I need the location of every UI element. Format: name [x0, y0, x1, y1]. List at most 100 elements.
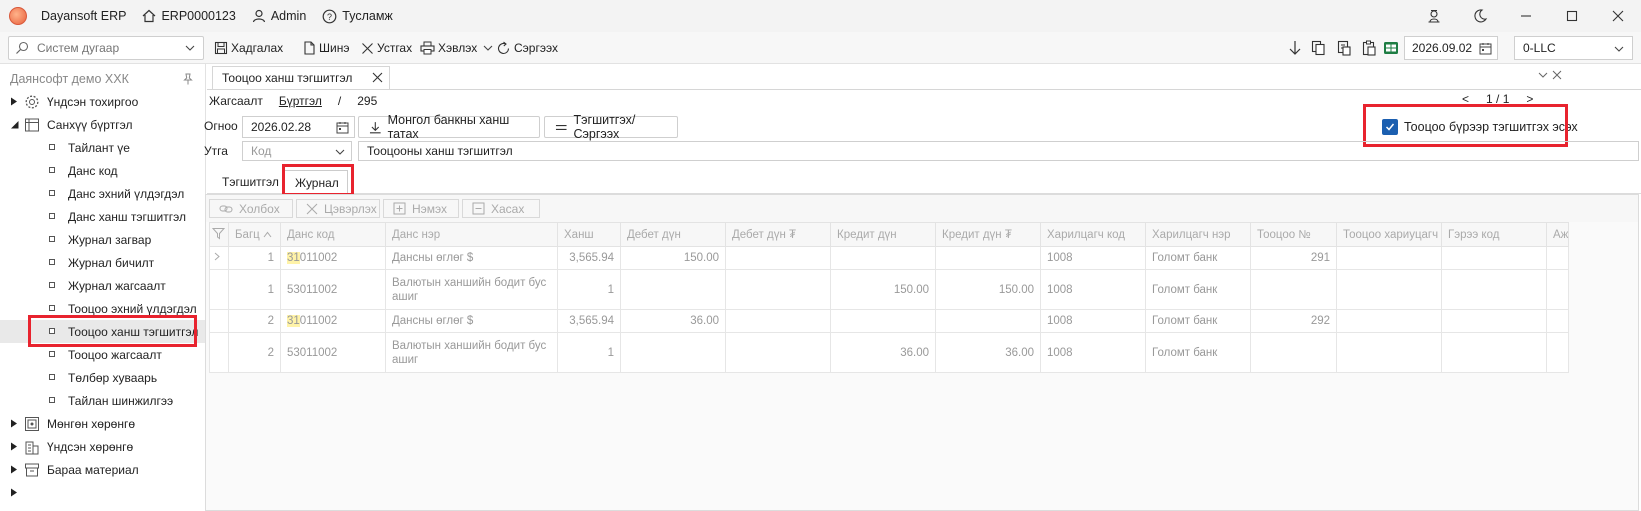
cell-credit-mnt[interactable]: [935, 246, 1041, 270]
cell-credit[interactable]: [830, 309, 936, 333]
add-row-button[interactable]: Нэмэх: [383, 199, 459, 218]
breadcrumb-register-link[interactable]: Бүртгэл: [279, 94, 322, 108]
calendar-icon[interactable]: [336, 121, 349, 134]
pager-next-button[interactable]: >: [1526, 92, 1533, 106]
column-header[interactable]: Дебет дүн: [620, 222, 726, 247]
column-header[interactable]: Тооцоо хариуцагч: [1336, 222, 1442, 247]
per-settlement-checkbox[interactable]: Тооцоо бүрээр тэгшитгэх эсэх: [1382, 115, 1578, 139]
minimize-icon[interactable]: [1503, 0, 1549, 32]
cell-debit-mnt[interactable]: [725, 309, 831, 333]
download-icon[interactable]: [1286, 39, 1304, 57]
pager-prev-button[interactable]: <: [1462, 92, 1469, 106]
expand-arrow-icon[interactable]: [9, 488, 19, 498]
cell-rate[interactable]: 3,565.94: [557, 309, 621, 333]
fetch-mongolbank-rate-button[interactable]: Монгол банкны ханш татах: [358, 113, 540, 141]
code-select[interactable]: Код: [242, 141, 352, 161]
row-expand-icon[interactable]: [209, 246, 229, 270]
cell-settlement-owner[interactable]: [1336, 246, 1442, 270]
column-header[interactable]: Багц: [228, 222, 281, 247]
cell-batch[interactable]: 1: [228, 246, 281, 270]
cell-debit[interactable]: 36.00: [620, 309, 726, 333]
cell-rate[interactable]: 3,565.94: [557, 246, 621, 270]
tab-settlement-fx-revaluation[interactable]: Тооцоо ханш тэгшитгэл: [212, 66, 390, 89]
system-number-input[interactable]: [37, 41, 177, 55]
cell-contract-code[interactable]: [1441, 269, 1547, 310]
cell-batch[interactable]: 1: [228, 269, 281, 310]
cell-credit-mnt[interactable]: 36.00: [935, 332, 1041, 373]
column-header[interactable]: Данс код: [280, 222, 386, 247]
cell-debit[interactable]: [620, 269, 726, 310]
cell-settlement-no[interactable]: [1250, 332, 1337, 373]
sidebar-item-account-code[interactable]: Данс код: [0, 159, 206, 182]
sidebar-item-settlement-fx-revaluation[interactable]: Тооцоо ханш тэгшитгэл: [0, 320, 206, 343]
sidebar-group-fixed-assets[interactable]: Үндсэн хөрөнгө: [0, 435, 206, 458]
profile-icon[interactable]: [1411, 0, 1457, 32]
dark-mode-icon[interactable]: [1457, 0, 1503, 32]
column-header[interactable]: Харилцагч код: [1040, 222, 1146, 247]
cell-partner-name[interactable]: Голомт банк: [1145, 309, 1251, 333]
cell-contract-code[interactable]: [1441, 246, 1547, 270]
user-button[interactable]: Admin: [252, 9, 306, 23]
sidebar-item-payment-schedule[interactable]: Төлбөр хуваарь: [0, 366, 206, 389]
column-header[interactable]: Кредит дүн: [830, 222, 936, 247]
system-number-search[interactable]: [8, 36, 204, 60]
cell-settlement-no[interactable]: 291: [1250, 246, 1337, 270]
rebalance-restore-button[interactable]: Тэгшитгэх/Сэргээх: [544, 113, 678, 141]
cell-contract-code[interactable]: [1441, 332, 1547, 373]
cell-extra[interactable]: [1545, 332, 1570, 373]
document-date-field[interactable]: 2026.02.28: [242, 116, 355, 138]
cell-batch[interactable]: 2: [228, 309, 281, 333]
refresh-button[interactable]: Сэргээх: [496, 39, 558, 57]
pin-icon[interactable]: [182, 73, 194, 85]
cell-debit[interactable]: 150.00: [620, 246, 726, 270]
cell-batch[interactable]: 2: [228, 332, 281, 373]
copy-icon[interactable]: [1309, 39, 1327, 57]
cell-credit-mnt[interactable]: 150.00: [935, 269, 1041, 310]
cell-account-code[interactable]: 53011002: [280, 332, 386, 373]
cell-rate[interactable]: 1: [557, 269, 621, 310]
clear-button[interactable]: Цэвэрлэх: [296, 199, 380, 218]
working-date-field[interactable]: 2026.09.02: [1404, 36, 1498, 60]
cell-account-code[interactable]: 31011002: [280, 246, 386, 270]
sidebar-item-settlement-opening-balance[interactable]: Тооцоо эхний үлдэгдэл: [0, 297, 206, 320]
remove-row-button[interactable]: Хасах: [462, 199, 540, 218]
table-row[interactable]: 2 53011002 Валютын ханшийн бодит бус аши…: [209, 332, 1570, 373]
cell-extra[interactable]: [1545, 246, 1570, 270]
cell-rate[interactable]: 1: [557, 332, 621, 373]
cell-account-name[interactable]: Дансны өглөг $: [385, 246, 558, 270]
cell-account-code[interactable]: 31011002: [280, 309, 386, 333]
tab-rebalance[interactable]: Тэгшитгэл: [212, 170, 289, 194]
tabs-dropdown-icon[interactable]: [1538, 70, 1548, 80]
cell-credit[interactable]: 36.00: [830, 332, 936, 373]
paste-icon[interactable]: [1360, 39, 1378, 57]
calendar-icon[interactable]: [1479, 42, 1492, 55]
sidebar-item-report-analysis[interactable]: Тайлан шинжилгээ: [0, 389, 206, 412]
cell-settlement-owner[interactable]: [1336, 309, 1442, 333]
cell-debit-mnt[interactable]: [725, 269, 831, 310]
sidebar-item-journal-list[interactable]: Журнал жагсаалт: [0, 274, 206, 297]
link-button[interactable]: Холбох: [209, 199, 293, 218]
cell-partner-name[interactable]: Голомт банк: [1145, 332, 1251, 373]
sidebar-group-more[interactable]: [0, 481, 206, 504]
instance-button[interactable]: ERP0000123: [142, 9, 236, 23]
help-button[interactable]: ? Тусламж: [322, 9, 393, 24]
sidebar-group-inventory[interactable]: Бараа материал: [0, 458, 206, 481]
cell-debit[interactable]: [620, 332, 726, 373]
cell-debit-mnt[interactable]: [725, 332, 831, 373]
cell-account-name[interactable]: Дансны өглөг $: [385, 309, 558, 333]
expand-arrow-icon[interactable]: [9, 97, 19, 107]
new-button[interactable]: Шинэ: [303, 39, 349, 57]
table-row[interactable]: 1 31011002 Дансны өглөг $ 3,565.94 150.0…: [209, 246, 1570, 270]
cell-extra[interactable]: [1545, 269, 1570, 310]
close-window-icon[interactable]: [1595, 0, 1641, 32]
column-header[interactable]: Харилцагч нэр: [1145, 222, 1251, 247]
company-select[interactable]: 0-LLC: [1514, 36, 1633, 60]
cell-partner-code[interactable]: 1008: [1040, 332, 1146, 373]
sidebar-item-account-fx-revaluation[interactable]: Данс ханш тэгшитгэл: [0, 205, 206, 228]
cell-credit[interactable]: 150.00: [830, 269, 936, 310]
column-header[interactable]: Ханш: [557, 222, 621, 247]
expand-arrow-icon[interactable]: [9, 442, 19, 452]
cell-extra[interactable]: [1545, 309, 1570, 333]
cell-partner-code[interactable]: 1008: [1040, 269, 1146, 310]
cell-settlement-no[interactable]: 292: [1250, 309, 1337, 333]
